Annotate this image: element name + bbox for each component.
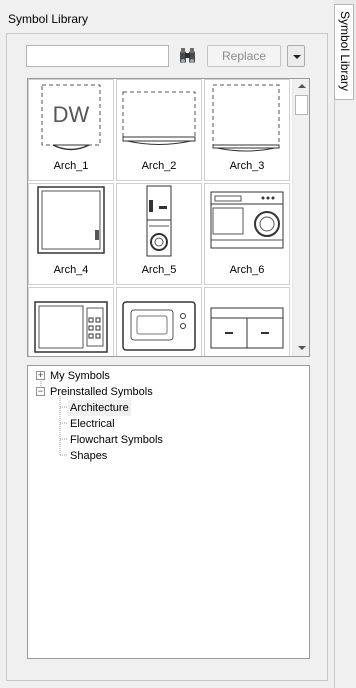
- tile-label: Arch_2: [141, 160, 177, 172]
- symbol-category-tree: + My Symbols − Preinstalled Symbols Arch…: [27, 365, 310, 659]
- collapse-icon[interactable]: −: [36, 387, 45, 396]
- tile-label: Arch_1: [53, 160, 89, 172]
- tile-label: Arch_3: [229, 160, 265, 172]
- scroll-up-icon[interactable]: [298, 84, 306, 88]
- tab-symbol-library[interactable]: Symbol Library: [334, 4, 354, 100]
- side-dock-body: [334, 100, 356, 688]
- tree-node-shapes[interactable]: Shapes: [70, 448, 107, 464]
- tree-node-electrical[interactable]: Electrical: [70, 416, 115, 432]
- dashed-box-icon: [122, 91, 196, 145]
- symbol-tile[interactable]: [204, 287, 290, 356]
- symbol-tile[interactable]: Arch_3: [204, 79, 290, 181]
- cabinet-icon: [210, 307, 284, 349]
- tree-node-my-symbols[interactable]: My Symbols: [50, 368, 110, 384]
- tree-node-architecture[interactable]: Architecture: [68, 400, 131, 416]
- scroll-down-icon[interactable]: [298, 346, 306, 350]
- symbol-tile[interactable]: Arch_2: [116, 79, 202, 181]
- options-dropdown-button[interactable]: [287, 45, 305, 67]
- symbol-tile[interactable]: DW Arch_1: [28, 79, 114, 181]
- tile-label: Arch_6: [229, 264, 265, 276]
- symbol-gallery: DW Arch_1 Arch_2 Arch_3 Arch_4 Arch_5 Ar…: [27, 78, 310, 357]
- svg-text:DW: DW: [53, 102, 90, 127]
- symbol-tile[interactable]: Arch_4: [28, 183, 114, 285]
- dashed-box-icon: [212, 84, 280, 152]
- binoculars-icon: [180, 48, 195, 63]
- microwave-icon: [34, 301, 108, 353]
- tree-node-preinstalled-symbols[interactable]: Preinstalled Symbols: [50, 384, 153, 400]
- stacked-washer-icon: [146, 185, 172, 257]
- symbol-tile[interactable]: [116, 287, 202, 356]
- dw-symbol-icon: DW: [41, 84, 101, 151]
- microwave-box-icon: [37, 186, 105, 254]
- symbol-tile[interactable]: Arch_5: [116, 183, 202, 285]
- washer-icon: [210, 191, 284, 249]
- expand-icon[interactable]: +: [36, 371, 45, 380]
- search-input[interactable]: [26, 45, 169, 67]
- tile-label: Arch_5: [141, 264, 177, 276]
- symbol-tile[interactable]: Arch_6: [204, 183, 290, 285]
- panel-title: Symbol Library: [8, 12, 89, 26]
- microwave-icon: [122, 301, 196, 351]
- find-button[interactable]: [177, 44, 199, 68]
- side-tab-label: Symbol Library: [338, 11, 352, 92]
- gallery-scrollbar[interactable]: [292, 79, 309, 356]
- replace-button[interactable]: Replace: [207, 45, 281, 67]
- tree-node-flowchart-symbols[interactable]: Flowchart Symbols: [70, 432, 163, 448]
- scroll-thumb[interactable]: [295, 95, 308, 115]
- symbol-tile[interactable]: [28, 287, 114, 356]
- tile-label: Arch_4: [53, 264, 89, 276]
